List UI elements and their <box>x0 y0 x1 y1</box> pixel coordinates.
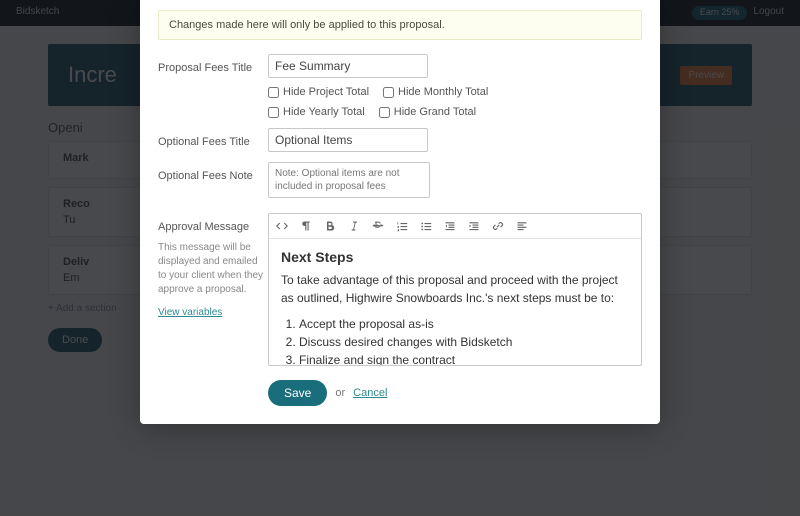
view-variables-link[interactable]: View variables <box>158 307 222 318</box>
hide-monthly-total-checkbox[interactable]: Hide Monthly Total <box>383 86 488 98</box>
cancel-link[interactable]: Cancel <box>353 387 387 399</box>
outdent-icon[interactable] <box>443 219 457 233</box>
optional-title-input[interactable] <box>268 128 428 152</box>
ordered-list-icon[interactable] <box>395 219 409 233</box>
optional-note-label: Optional Fees Note <box>158 170 253 182</box>
fees-title-label: Proposal Fees Title <box>158 62 252 74</box>
hide-yearly-total-checkbox[interactable]: Hide Yearly Total <box>268 106 365 118</box>
hide-project-total-checkbox[interactable]: Hide Project Total <box>268 86 369 98</box>
indent-icon[interactable] <box>467 219 481 233</box>
modal-actions: Save or Cancel <box>268 380 642 406</box>
strikethrough-icon[interactable] <box>371 219 385 233</box>
unordered-list-icon[interactable] <box>419 219 433 233</box>
content-paragraph: To take advantage of this proposal and p… <box>281 271 629 307</box>
bold-icon[interactable] <box>323 219 337 233</box>
scope-notice: Changes made here will only be applied t… <box>158 10 642 40</box>
align-icon[interactable] <box>515 219 529 233</box>
content-list: Accept the proposal as-is Discuss desire… <box>281 315 629 365</box>
editor-content[interactable]: Next Steps To take advantage of this pro… <box>269 239 641 365</box>
paragraph-icon[interactable] <box>299 219 313 233</box>
list-item: Finalize and sign the contract <box>299 351 629 365</box>
approval-helper-text: This message will be displayed and email… <box>158 241 268 297</box>
list-item: Accept the proposal as-is <box>299 315 629 333</box>
optional-title-label: Optional Fees Title <box>158 136 250 148</box>
settings-modal: Changes made here will only be applied t… <box>140 0 660 424</box>
content-heading: Next Steps <box>281 249 629 265</box>
approval-message-label: Approval Message <box>158 221 249 233</box>
save-button[interactable]: Save <box>268 380 327 406</box>
code-icon[interactable] <box>275 219 289 233</box>
italic-icon[interactable] <box>347 219 361 233</box>
fees-title-input[interactable] <box>268 54 428 78</box>
list-item: Discuss desired changes with Bidsketch <box>299 333 629 351</box>
link-icon[interactable] <box>491 219 505 233</box>
editor-toolbar <box>269 214 641 239</box>
optional-note-input[interactable]: Note: Optional items are not included in… <box>268 162 430 198</box>
hide-grand-total-checkbox[interactable]: Hide Grand Total <box>379 106 476 118</box>
or-text: or <box>335 387 345 399</box>
approval-message-editor: Next Steps To take advantage of this pro… <box>268 213 642 366</box>
